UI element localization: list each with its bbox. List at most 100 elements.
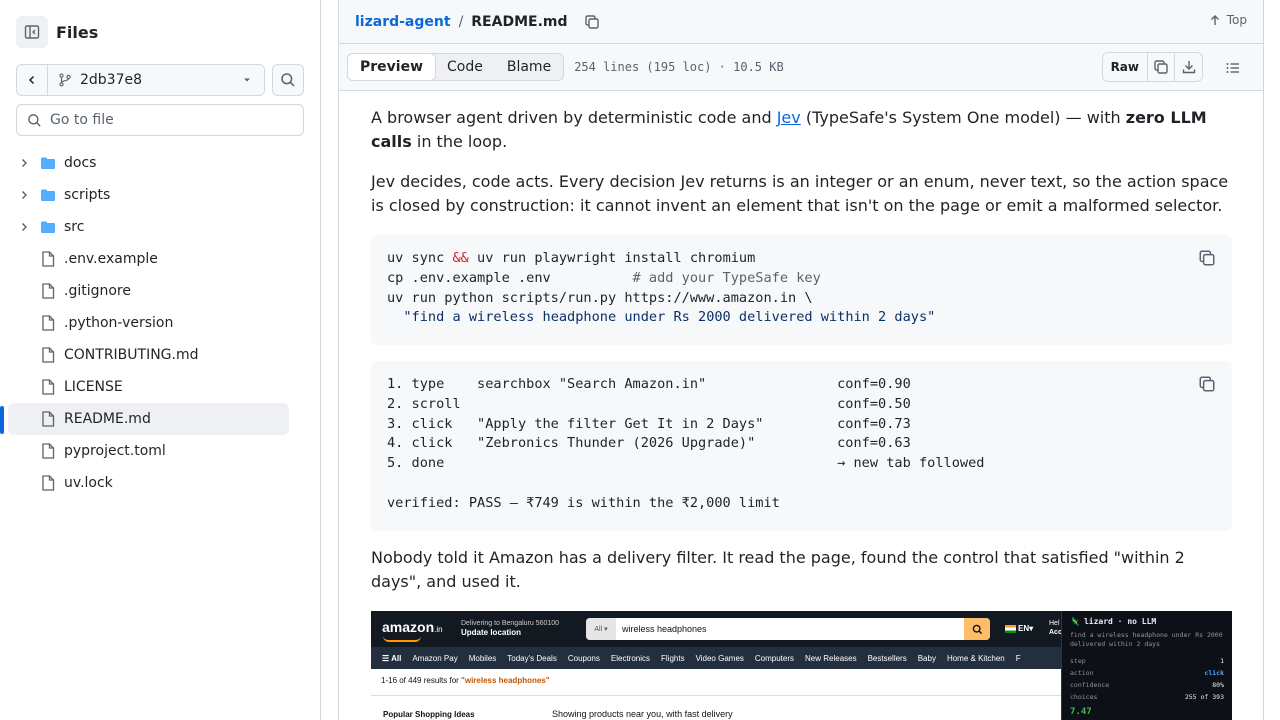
branch-name: 2db37e8 — [80, 72, 143, 88]
tree-file-9[interactable]: pyproject.toml — [8, 435, 298, 467]
breadcrumb-file: README.md — [471, 13, 568, 30]
tree-file-7[interactable]: LICENSE — [8, 371, 298, 403]
tree-file-6[interactable]: CONTRIBUTING.md — [8, 339, 298, 371]
deliver-line-1: Delivering to Bengaluru 560100 — [461, 620, 560, 627]
copy-code-button[interactable] — [1198, 249, 1216, 267]
tab-code[interactable]: Code — [435, 54, 495, 80]
amazon-nav-label: Bestsellers — [867, 653, 907, 663]
tree-folder-0[interactable]: docs — [8, 147, 298, 179]
lizard-stat-key: choices — [1070, 693, 1098, 701]
folder-icon — [41, 157, 55, 169]
lizard-stat-row: choices 255 of 393 — [1070, 691, 1224, 703]
tree-item-label: CONTRIBUTING.md — [64, 347, 199, 363]
search-icon — [28, 113, 41, 127]
copy-icon — [1199, 376, 1215, 392]
amazon-nav-label: Baby — [917, 653, 936, 663]
expand-folder-toggle[interactable] — [16, 219, 32, 235]
view-mode-tabs: Preview Code Blame — [347, 53, 565, 81]
lizard-stat-row: action click — [1070, 667, 1224, 679]
chevron-left-icon — [28, 75, 35, 85]
go-to-file-field[interactable] — [16, 104, 304, 136]
tree-file-3[interactable]: .env.example — [8, 243, 298, 275]
code-text: uv sync — [387, 250, 453, 266]
intro-text: A browser agent driven by deterministic … — [371, 108, 777, 127]
amazon-nav-label: Computers — [754, 653, 795, 663]
lizard-stat-key: action — [1070, 669, 1094, 677]
amazon-nav-item: Amazon Pay — [412, 654, 457, 663]
folder-icon-wrap — [40, 219, 56, 235]
jev-link[interactable]: Jev — [777, 108, 801, 127]
amazon-nav-item: Coupons — [568, 654, 600, 663]
file-icon-wrap — [40, 283, 56, 299]
tab-blame[interactable]: Blame — [495, 54, 563, 80]
amazon-nav-item: Electronics — [611, 654, 650, 663]
amazon-nav-label: Video Games — [695, 653, 744, 663]
tree-folder-1[interactable]: scripts — [8, 179, 298, 211]
amazon-nav-label: Today's Deals — [507, 653, 557, 663]
lizard-title-text: lizard · no LLM — [1083, 617, 1157, 626]
code-line: uv run python scripts/run.py https://www… — [387, 289, 813, 306]
intro-text: in the loop. — [411, 132, 508, 151]
lizard-stat-row: step 1 — [1070, 655, 1224, 667]
tree-file-8[interactable]: README.md — [8, 403, 289, 435]
file-tree-sidebar: Files 2db37e8 docs scripts src .env.example… — [0, 0, 321, 720]
lizard-icon: 🦎 — [1070, 617, 1080, 626]
readme-paragraph-3: Nobody told it Amazon has a delivery fil… — [371, 548, 1185, 591]
search-icon — [972, 624, 982, 634]
folder-icon-wrap — [40, 187, 56, 203]
tree-item-label: scripts — [64, 187, 111, 203]
raw-button[interactable]: Raw — [1103, 53, 1148, 81]
install-code-block: uv sync && uv run playwright install chr… — [371, 235, 1232, 345]
tab-preview[interactable]: Preview — [347, 53, 437, 81]
search-files-button[interactable] — [272, 64, 304, 96]
file-icon-wrap — [40, 411, 56, 427]
chevron-right-icon — [22, 191, 27, 199]
tree-file-5[interactable]: .python-version — [8, 307, 298, 339]
amazon-nav-item: New Releases — [805, 654, 857, 663]
go-to-file-input[interactable] — [50, 112, 290, 128]
file-icon-wrap — [40, 475, 56, 491]
branch-select-button[interactable]: 2db37e8 — [48, 65, 264, 95]
code-line: 1. type searchbox "Search Amazon.in" con… — [387, 376, 911, 392]
results-query: "wireless headphones" — [461, 676, 550, 685]
lizard-stat-row: confidence 80% — [1070, 679, 1224, 691]
selected-indicator — [0, 406, 4, 434]
expand-folder-toggle[interactable] — [16, 155, 32, 171]
tree-file-4[interactable]: .gitignore — [8, 275, 298, 307]
tree-item-label: src — [64, 219, 85, 235]
download-button[interactable] — [1175, 53, 1202, 81]
outline-button[interactable] — [1223, 58, 1243, 78]
main-panel: lizard-agent / README.md Top Preview Cod… — [338, 0, 1264, 720]
search-icon — [281, 73, 295, 87]
code-line: "find a wireless headphone under Rs 2000… — [387, 309, 935, 325]
lizard-panel-title: 🦎 lizard · no LLM — [1070, 617, 1224, 626]
amazon-nav-label: Flights — [661, 653, 685, 663]
copy-path-button[interactable] — [582, 12, 602, 32]
breadcrumb-repo-link[interactable]: lizard-agent — [355, 14, 451, 30]
lizard-overlay-panel: 🦎 lizard · no LLM find a wireless headpho… — [1061, 611, 1232, 720]
lizard-stat-key: confidence — [1070, 681, 1110, 689]
folder-icon-wrap — [40, 155, 56, 171]
copy-code-button[interactable] — [1198, 375, 1216, 393]
collapse-sidebar-button[interactable] — [16, 16, 48, 48]
copy-raw-button[interactable] — [1148, 53, 1175, 81]
file-meta: 254 lines (195 loc) · 10.5 KB — [574, 60, 784, 74]
back-button[interactable] — [17, 65, 48, 95]
back-to-top-link[interactable]: Top — [1209, 13, 1247, 27]
lizard-big-value: 7.47 — [1070, 707, 1092, 717]
amazon-nav-item: Flights — [661, 654, 685, 663]
tree-folder-2[interactable]: src — [8, 211, 298, 243]
tree-file-10[interactable]: uv.lock — [8, 467, 298, 499]
showing-products-heading: Showing products near you, with fast del… — [552, 709, 733, 719]
sidebar-collapse-icon — [24, 25, 40, 39]
list-unordered-icon — [1226, 63, 1239, 73]
amazon-nav-item: Bestsellers — [868, 654, 907, 663]
expand-folder-toggle[interactable] — [16, 187, 32, 203]
code-line: uv sync && uv run playwright install chr… — [387, 250, 755, 266]
